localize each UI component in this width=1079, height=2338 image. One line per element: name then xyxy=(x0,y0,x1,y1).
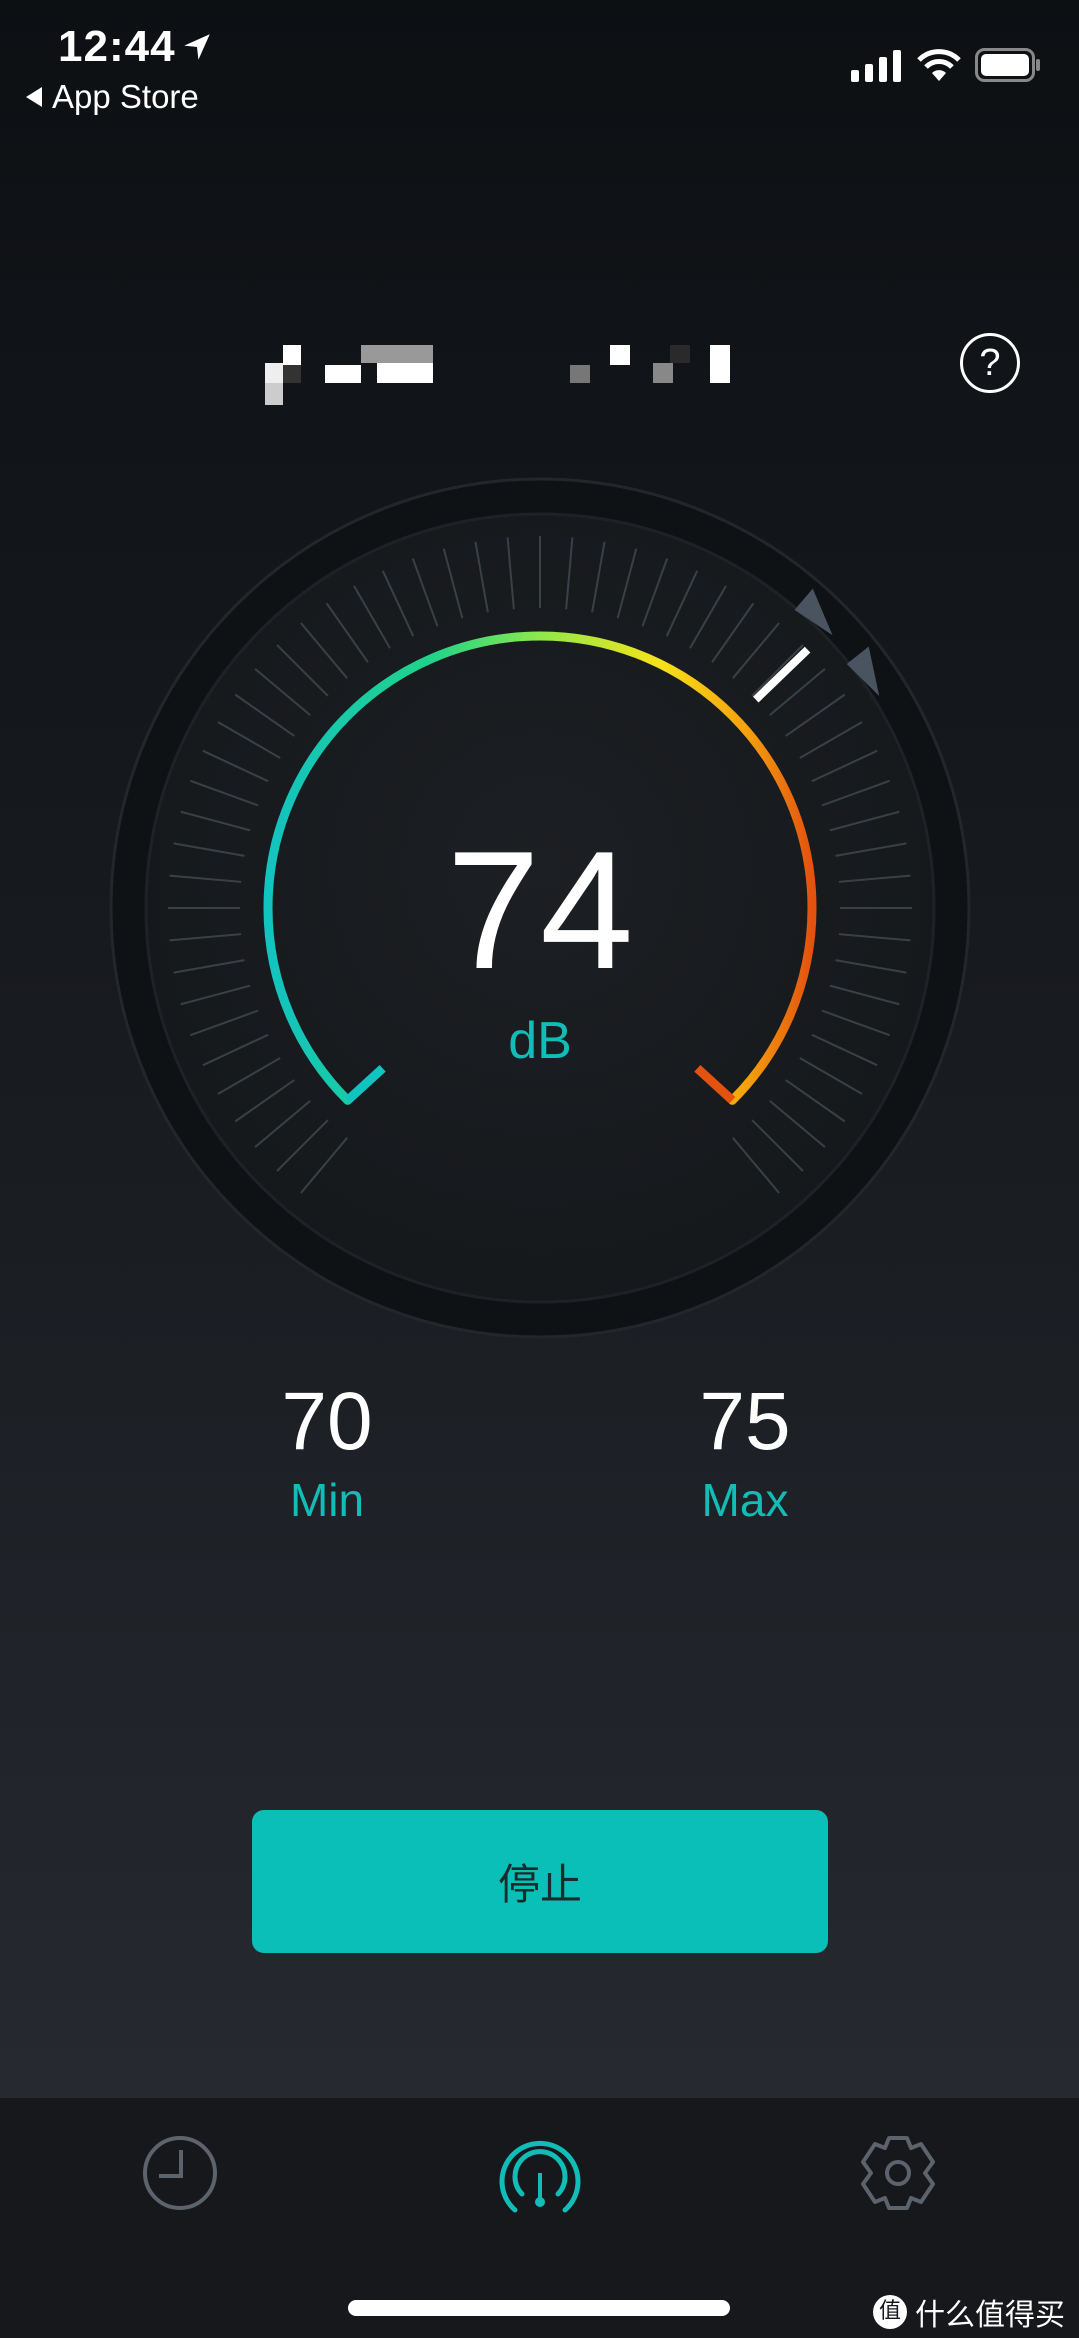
wifi-icon xyxy=(917,49,961,81)
help-button[interactable]: ? xyxy=(960,333,1020,393)
back-to-app-store[interactable]: App Store xyxy=(26,78,199,116)
watermark-text: 什么值得买 xyxy=(915,2298,1065,2333)
location-arrow-icon xyxy=(184,34,210,60)
device-title-redacted xyxy=(265,345,730,405)
current-db-value: 74 xyxy=(447,816,634,1004)
history-clock-icon[interactable] xyxy=(135,2128,225,2218)
watermark: 值 什么值得买 xyxy=(873,2290,1065,2334)
signal-icon xyxy=(851,50,901,82)
sound-level-gauge: 74 dB xyxy=(109,477,971,1339)
min-stat: 70 Min xyxy=(207,1375,447,1527)
min-value: 70 xyxy=(281,1376,373,1467)
meter-gauge-icon[interactable] xyxy=(495,2128,585,2218)
stop-button[interactable]: 停止 xyxy=(252,1810,828,1953)
max-value: 75 xyxy=(699,1376,791,1467)
status-icons xyxy=(851,48,1041,82)
status-time: 12:44 xyxy=(58,22,176,71)
home-indicator[interactable] xyxy=(348,2300,730,2316)
settings-gear-icon[interactable] xyxy=(853,2128,943,2218)
min-label: Min xyxy=(289,1474,365,1526)
max-stat: 75 Max xyxy=(625,1375,865,1527)
battery-icon xyxy=(975,48,1040,82)
db-unit: dB xyxy=(508,1012,572,1070)
back-arrow-icon xyxy=(26,87,42,107)
max-label: Max xyxy=(701,1474,789,1526)
watermark-logo: 值 xyxy=(873,2295,907,2329)
back-label: App Store xyxy=(52,78,199,115)
